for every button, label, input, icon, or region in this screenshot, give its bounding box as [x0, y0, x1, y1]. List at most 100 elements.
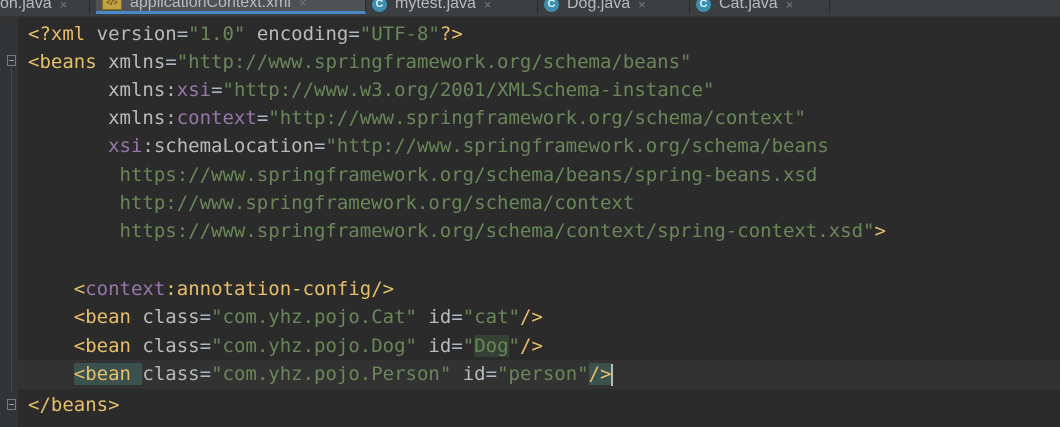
quote: ": [462, 335, 475, 357]
attr-id: id: [428, 306, 452, 328]
ide-window: on.java × </> applicationContext.xml × C…: [0, 0, 1060, 427]
attr-class: class: [142, 335, 200, 357]
close-icon[interactable]: ×: [638, 0, 646, 12]
class-icon: C: [544, 0, 559, 12]
ns-xsi: xsi: [176, 79, 212, 101]
attr-schema-location: schemaLocation: [153, 135, 315, 157]
class-value: "com.yhz.pojo.Person": [211, 363, 452, 385]
code-line-7: http://www.springframework.org/schema/co…: [28, 189, 1060, 218]
class-value: "com.yhz.pojo.Cat": [211, 306, 417, 328]
code-line-3: xmlns:xsi="http://www.w3.org/2001/XMLSch…: [28, 76, 1060, 105]
tag-self-close: />: [588, 363, 612, 385]
xml-file-icon: </>: [102, 0, 122, 10]
equals: =: [176, 23, 189, 45]
tab-label: mytest.java: [395, 0, 476, 12]
editor-gutter: [0, 17, 18, 427]
id-value: "cat": [462, 306, 520, 328]
class-value: "com.yhz.pojo.Dog": [211, 335, 417, 357]
close-icon[interactable]: ×: [484, 0, 492, 12]
attr-class: class: [142, 363, 200, 385]
tab-dog-java[interactable]: C Dog.java ×: [538, 0, 690, 14]
close-icon[interactable]: ×: [60, 0, 68, 12]
attr-xmlns: xmlns: [108, 79, 166, 101]
attr-id: id: [428, 335, 452, 357]
xmlns-value: "http://www.springframework.org/schema/b…: [176, 51, 692, 73]
attr-xmlns: xmlns: [108, 107, 166, 129]
tab-label: on.java: [0, 0, 52, 12]
equals: =: [451, 306, 463, 328]
equals: =: [211, 79, 223, 101]
tag-self-close: />: [520, 335, 543, 357]
colon: :: [165, 278, 177, 300]
schema-location-value: https://www.springframework.org/schema/c…: [119, 220, 875, 242]
equals: =: [314, 135, 326, 157]
tab-on-java[interactable]: on.java ×: [0, 0, 90, 14]
editor-tab-bar: on.java × </> applicationContext.xml × C…: [0, 0, 1060, 17]
id-value-highlighted: Dog: [474, 335, 509, 357]
tag-open: <: [73, 278, 86, 300]
equals: =: [199, 363, 212, 385]
beans-open-tag: <beans: [28, 51, 109, 73]
code-line-1: <?xml version="1.0" encoding="UTF-8"?>: [28, 20, 1060, 49]
attr-encoding: encoding: [256, 23, 349, 45]
code-line-10: <context:annotation-config/>: [28, 275, 1060, 304]
fold-marker-icon[interactable]: [7, 55, 16, 66]
ns-context: context: [85, 278, 166, 300]
bean-open-tag: <bean: [73, 335, 143, 357]
equals: =: [199, 335, 212, 357]
colon: :: [165, 79, 177, 101]
code-line-12: <bean class="com.yhz.pojo.Dog" id="Dog"/…: [28, 332, 1060, 361]
code-line-13-current: <bean class="com.yhz.pojo.Person" id="pe…: [18, 360, 1060, 389]
tab-mytest-java[interactable]: C mytest.java ×: [366, 0, 538, 14]
quote: ": [508, 335, 520, 357]
colon: :: [165, 107, 177, 129]
schema-location-value: "http://www.springframework.org/schema/b…: [325, 135, 829, 157]
colon: :: [142, 135, 154, 157]
code-line-4: xmlns:context="http://www.springframewor…: [28, 104, 1060, 133]
tab-label: Dog.java: [567, 0, 631, 12]
code-editor[interactable]: <?xml version="1.0" encoding="UTF-8"?> <…: [18, 17, 1060, 427]
close-icon[interactable]: ×: [786, 0, 794, 12]
beans-close-tag: </beans>: [28, 394, 120, 416]
tab-application-context-xml[interactable]: </> applicationContext.xml ×: [96, 0, 366, 14]
annotation-config-tag: annotation-config: [176, 278, 372, 300]
tag-self-close: />: [371, 278, 395, 300]
close-icon[interactable]: ×: [299, 0, 307, 10]
equals: =: [199, 306, 212, 328]
tag-self-close: />: [519, 306, 543, 328]
xml-declaration-close: ?>: [439, 23, 463, 45]
code-line-5: xsi:schemaLocation="http://www.springfra…: [28, 132, 1060, 161]
schema-location-value: https://www.springframework.org/schema/b…: [119, 164, 818, 186]
encoding-value: "UTF-8": [359, 23, 440, 45]
tab-cat-java[interactable]: C Cat.java ×: [690, 0, 830, 14]
equals: =: [165, 51, 177, 73]
bean-open-tag: <bean: [73, 363, 143, 385]
xsi-value: "http://www.w3.org/2001/XMLSchema-instan…: [222, 79, 715, 101]
code-line-8: https://www.springframework.org/schema/c…: [28, 217, 1060, 246]
fold-marker-icon[interactable]: [7, 399, 16, 410]
xml-declaration-open: <?xml: [28, 23, 97, 45]
text-caret: [611, 363, 614, 386]
code-line-11: <bean class="com.yhz.pojo.Cat" id="cat"/…: [28, 303, 1060, 332]
code-line-14: </beans>: [28, 391, 1060, 420]
version-value: "1.0": [188, 23, 246, 45]
class-icon: C: [696, 0, 711, 12]
equals: =: [451, 335, 463, 357]
schema-location-value: http://www.springframework.org/schema/co…: [119, 192, 635, 214]
equals: =: [485, 363, 498, 385]
attr-version: version: [96, 23, 177, 45]
attr-class: class: [142, 306, 200, 328]
